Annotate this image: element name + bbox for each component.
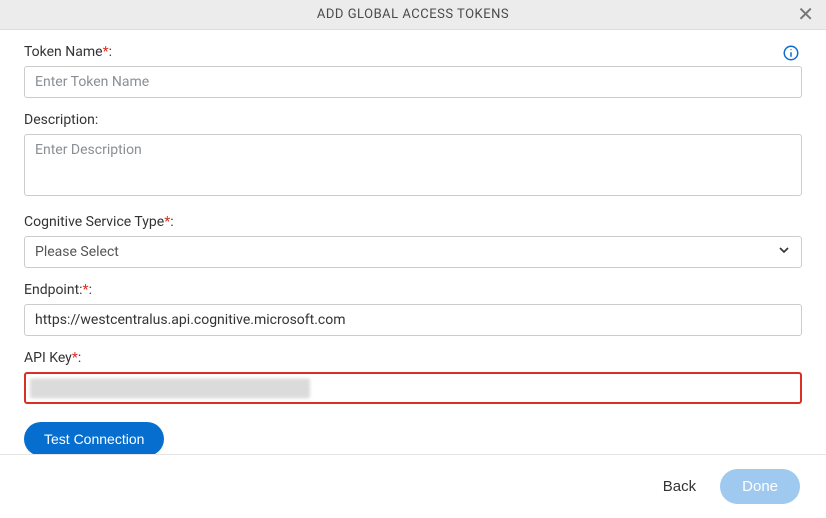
required-asterisk: *: [164, 214, 170, 230]
test-connection-row: Test Connection: [24, 422, 802, 454]
description-label: Description:: [24, 112, 802, 128]
service-type-group: Cognitive Service Type*: Please Select: [24, 214, 802, 268]
close-icon: ✕: [797, 4, 814, 26]
api-key-group: API Key*:: [24, 350, 802, 404]
modal-header: ADD GLOBAL ACCESS TOKENS ✕: [0, 0, 826, 30]
service-type-label: Cognitive Service Type*:: [24, 214, 802, 230]
required-asterisk: *: [83, 282, 89, 298]
token-name-label: Token Name*:: [24, 44, 802, 60]
token-name-input[interactable]: [24, 66, 802, 98]
close-button[interactable]: ✕: [797, 5, 814, 25]
description-input[interactable]: [24, 134, 802, 196]
api-key-label: API Key*:: [24, 350, 802, 366]
api-key-label-text: API Key: [24, 350, 72, 366]
service-type-label-text: Cognitive Service Type: [24, 214, 164, 230]
add-global-access-tokens-modal: ADD GLOBAL ACCESS TOKENS ✕ Token Name*: …: [0, 0, 826, 518]
description-group: Description:: [24, 112, 802, 200]
service-type-select[interactable]: Please Select: [24, 236, 802, 268]
modal-body-wrapper: Token Name*: Description: Cognitive Serv…: [0, 30, 826, 454]
service-type-select-wrapper: Please Select: [24, 236, 802, 268]
back-button[interactable]: Back: [657, 474, 702, 499]
endpoint-label-text: Endpoint:: [24, 282, 83, 298]
api-key-input[interactable]: [24, 372, 802, 404]
api-key-field-wrapper: [24, 372, 802, 404]
done-button[interactable]: Done: [720, 469, 800, 504]
endpoint-label: Endpoint:*:: [24, 282, 802, 298]
test-connection-button[interactable]: Test Connection: [24, 422, 164, 454]
required-asterisk: *: [72, 350, 78, 366]
modal-title: ADD GLOBAL ACCESS TOKENS: [317, 7, 509, 22]
info-icon[interactable]: [782, 44, 800, 62]
endpoint-input[interactable]: [24, 304, 802, 336]
token-name-label-text: Token Name: [24, 44, 103, 60]
required-asterisk: *: [103, 44, 109, 60]
token-name-group: Token Name*:: [24, 44, 802, 98]
modal-footer: Back Done: [0, 454, 826, 518]
endpoint-group: Endpoint:*:: [24, 282, 802, 336]
modal-body-scroll[interactable]: Token Name*: Description: Cognitive Serv…: [0, 30, 826, 454]
